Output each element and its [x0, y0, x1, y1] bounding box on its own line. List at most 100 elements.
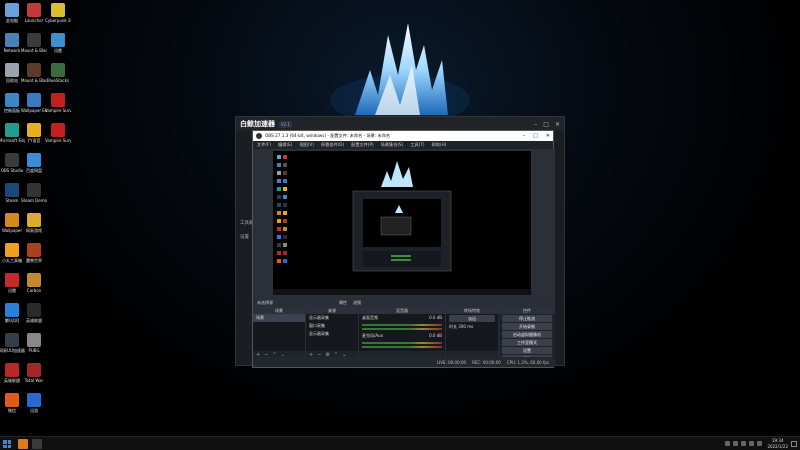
maximize-icon[interactable]: □ — [543, 121, 549, 128]
close-icon[interactable]: ✕ — [546, 133, 550, 139]
wallpaper-crystal-art — [330, 23, 470, 125]
source-item[interactable]: 窗口采集 — [306, 322, 358, 330]
menu-file[interactable]: 文件(F) — [257, 142, 271, 148]
chevron-up-icon[interactable] — [725, 441, 730, 446]
menu-tools[interactable]: 工具(T) — [410, 142, 424, 148]
desktop-icon[interactable]: 网易游戏 — [21, 213, 47, 233]
app-icon — [51, 123, 65, 137]
app-icon — [27, 393, 41, 407]
transition-type-select[interactable]: 淡出 — [449, 315, 495, 322]
transition-duration-row: 时长 300 ms — [449, 324, 474, 329]
obs-source-toolbar: 未选择源 属性 滤镜 — [253, 299, 555, 307]
desktop-icon[interactable]: 魔兽世界 — [21, 243, 47, 263]
app-tray-icon[interactable] — [733, 441, 738, 446]
obs-preview-canvas[interactable] — [273, 151, 531, 295]
sources-dock-title: 来源 — [306, 307, 358, 314]
app-icon — [5, 33, 19, 47]
taskbar-clock[interactable]: 19:34 2022/1/22 — [767, 438, 788, 450]
app-icon — [27, 303, 41, 317]
ime-icon[interactable] — [757, 441, 762, 446]
app-icon — [27, 183, 41, 197]
start-virtual-camera-button[interactable]: 启动虚拟摄像机 — [502, 331, 552, 338]
menu-scene-collection[interactable]: 场景集合(S) — [381, 142, 404, 148]
controls-dock-title: 控件 — [499, 307, 555, 314]
launcher-titlebar[interactable]: 白鲸加速器 V2.1 – □ ✕ — [236, 117, 564, 131]
obs-window-title: OBS 27.1.3 (64-bit, windows) - 配置文件: 未命名… — [265, 133, 391, 138]
desktop-icon[interactable]: 迅游 — [21, 393, 47, 413]
app-icon — [27, 243, 41, 257]
volume-meter — [362, 324, 442, 326]
obs-statusbar: LIVE: 00:00:00 REC: 00:00:00 CPU: 1.2%, … — [253, 357, 555, 367]
app-icon — [27, 213, 41, 227]
menu-edit[interactable]: 编辑(E) — [278, 142, 292, 148]
app-icon — [5, 333, 19, 347]
menu-help[interactable]: 帮助(H) — [432, 142, 447, 148]
desktop-icon-label: Launcher — [24, 18, 44, 23]
transitions-dock-title: 转场特效 — [446, 307, 498, 314]
app-icon — [5, 153, 19, 167]
desktop-icon-label: Cyberpunk 2077 — [45, 18, 71, 23]
desktop-icon[interactable]: BlueStacks — [45, 63, 71, 83]
app-icon — [5, 393, 19, 407]
source-item[interactable]: 显示器采集 — [306, 314, 358, 322]
mixer-dock-title: 混音器 — [359, 307, 445, 314]
scenes-dock-title: 场景 — [253, 307, 305, 314]
notification-icon[interactable] — [791, 441, 797, 447]
desktop-icon[interactable]: 百度网盘 — [21, 153, 47, 173]
desktop-icon-label: 迅游 — [30, 408, 38, 413]
desktop-icon[interactable]: Wallpaper Engine — [21, 93, 47, 113]
desktop-icon-label: BlueStacks — [46, 78, 69, 83]
audio-mixer-dock: 混音器 桌面音频 0.0 dB 麦克风/Aux 0.0 dB — [359, 307, 445, 359]
desktop-icon[interactable]: YY语音 — [21, 123, 47, 143]
desktop-icon[interactable]: Cyberpunk 2077 — [45, 3, 71, 23]
obs-window[interactable]: OBS 27.1.3 (64-bit, windows) - 配置文件: 未命名… — [252, 130, 555, 368]
menu-docks[interactable]: 停靠部件(D) — [321, 142, 344, 148]
desktop-icon[interactable]: Mount & Blade — [21, 33, 47, 53]
obs-logo-icon — [256, 133, 262, 139]
filters-button[interactable]: 滤镜 — [353, 300, 361, 306]
stop-streaming-button[interactable]: 停止推流 — [502, 315, 552, 322]
source-item[interactable]: 显示器采集 — [306, 330, 358, 338]
obs-taskbar-icon[interactable] — [32, 439, 42, 449]
desktop-icon-label: Wallpaper Engine — [21, 108, 47, 113]
obs-docks: 场景 场景 + − ⌃ ⌄ 来源 显示器采集 窗口采集 显示器采集 + − ⚙ … — [253, 307, 555, 362]
desktop-icon[interactable]: Launcher — [21, 3, 47, 23]
obs-titlebar[interactable]: OBS 27.1.3 (64-bit, windows) - 配置文件: 未命名… — [253, 131, 553, 141]
menu-view[interactable]: 视图(V) — [299, 142, 314, 148]
duration-input[interactable]: 300 ms — [458, 324, 473, 329]
app-icon — [27, 363, 41, 377]
app-icon — [5, 123, 19, 137]
settings-button[interactable]: 设置 — [502, 347, 552, 354]
desktop-icon[interactable]: Vampire Survivors — [45, 93, 71, 113]
app-icon — [5, 303, 19, 317]
properties-button[interactable]: 属性 — [339, 300, 347, 306]
app-icon — [27, 153, 41, 167]
desktop-icon[interactable]: Vampire Survivors — [45, 123, 71, 143]
volume-icon[interactable] — [749, 441, 754, 446]
desktop-icon[interactable]: 英雄联盟 — [21, 303, 47, 323]
desktop-icon[interactable]: Carbon — [21, 273, 47, 293]
network-icon[interactable] — [741, 441, 746, 446]
scene-item[interactable]: 场景 — [253, 314, 305, 322]
desktop-icon[interactable]: Total War — [21, 363, 47, 383]
desktop-icon[interactable]: Mount & Blade — [21, 63, 47, 83]
minimize-icon[interactable]: – — [534, 121, 537, 128]
minimize-icon[interactable]: – — [523, 133, 526, 139]
rec-time: REC: 00:00:00 — [472, 359, 501, 365]
desktop-icon[interactable]: 迅雷 — [45, 33, 71, 53]
start-recording-button[interactable]: 开始录制 — [502, 323, 552, 330]
desktop-icon[interactable]: Steam Demo — [21, 183, 47, 203]
volume-slider[interactable] — [362, 328, 442, 330]
taskbar-app-icon[interactable] — [18, 439, 28, 449]
close-icon[interactable]: ✕ — [555, 121, 560, 128]
maximize-icon[interactable]: □ — [533, 133, 538, 139]
desktop-icon-label: 魔兽世界 — [26, 258, 42, 263]
windows-start-icon[interactable] — [3, 440, 11, 448]
volume-slider[interactable] — [362, 346, 442, 348]
menu-profile[interactable]: 配置文件(P) — [351, 142, 374, 148]
app-icon — [27, 33, 41, 47]
app-icon — [27, 3, 41, 17]
app-icon — [5, 273, 19, 287]
desktop-icon[interactable]: PUBG — [21, 333, 47, 353]
studio-mode-button[interactable]: 工作室模式 — [502, 339, 552, 346]
